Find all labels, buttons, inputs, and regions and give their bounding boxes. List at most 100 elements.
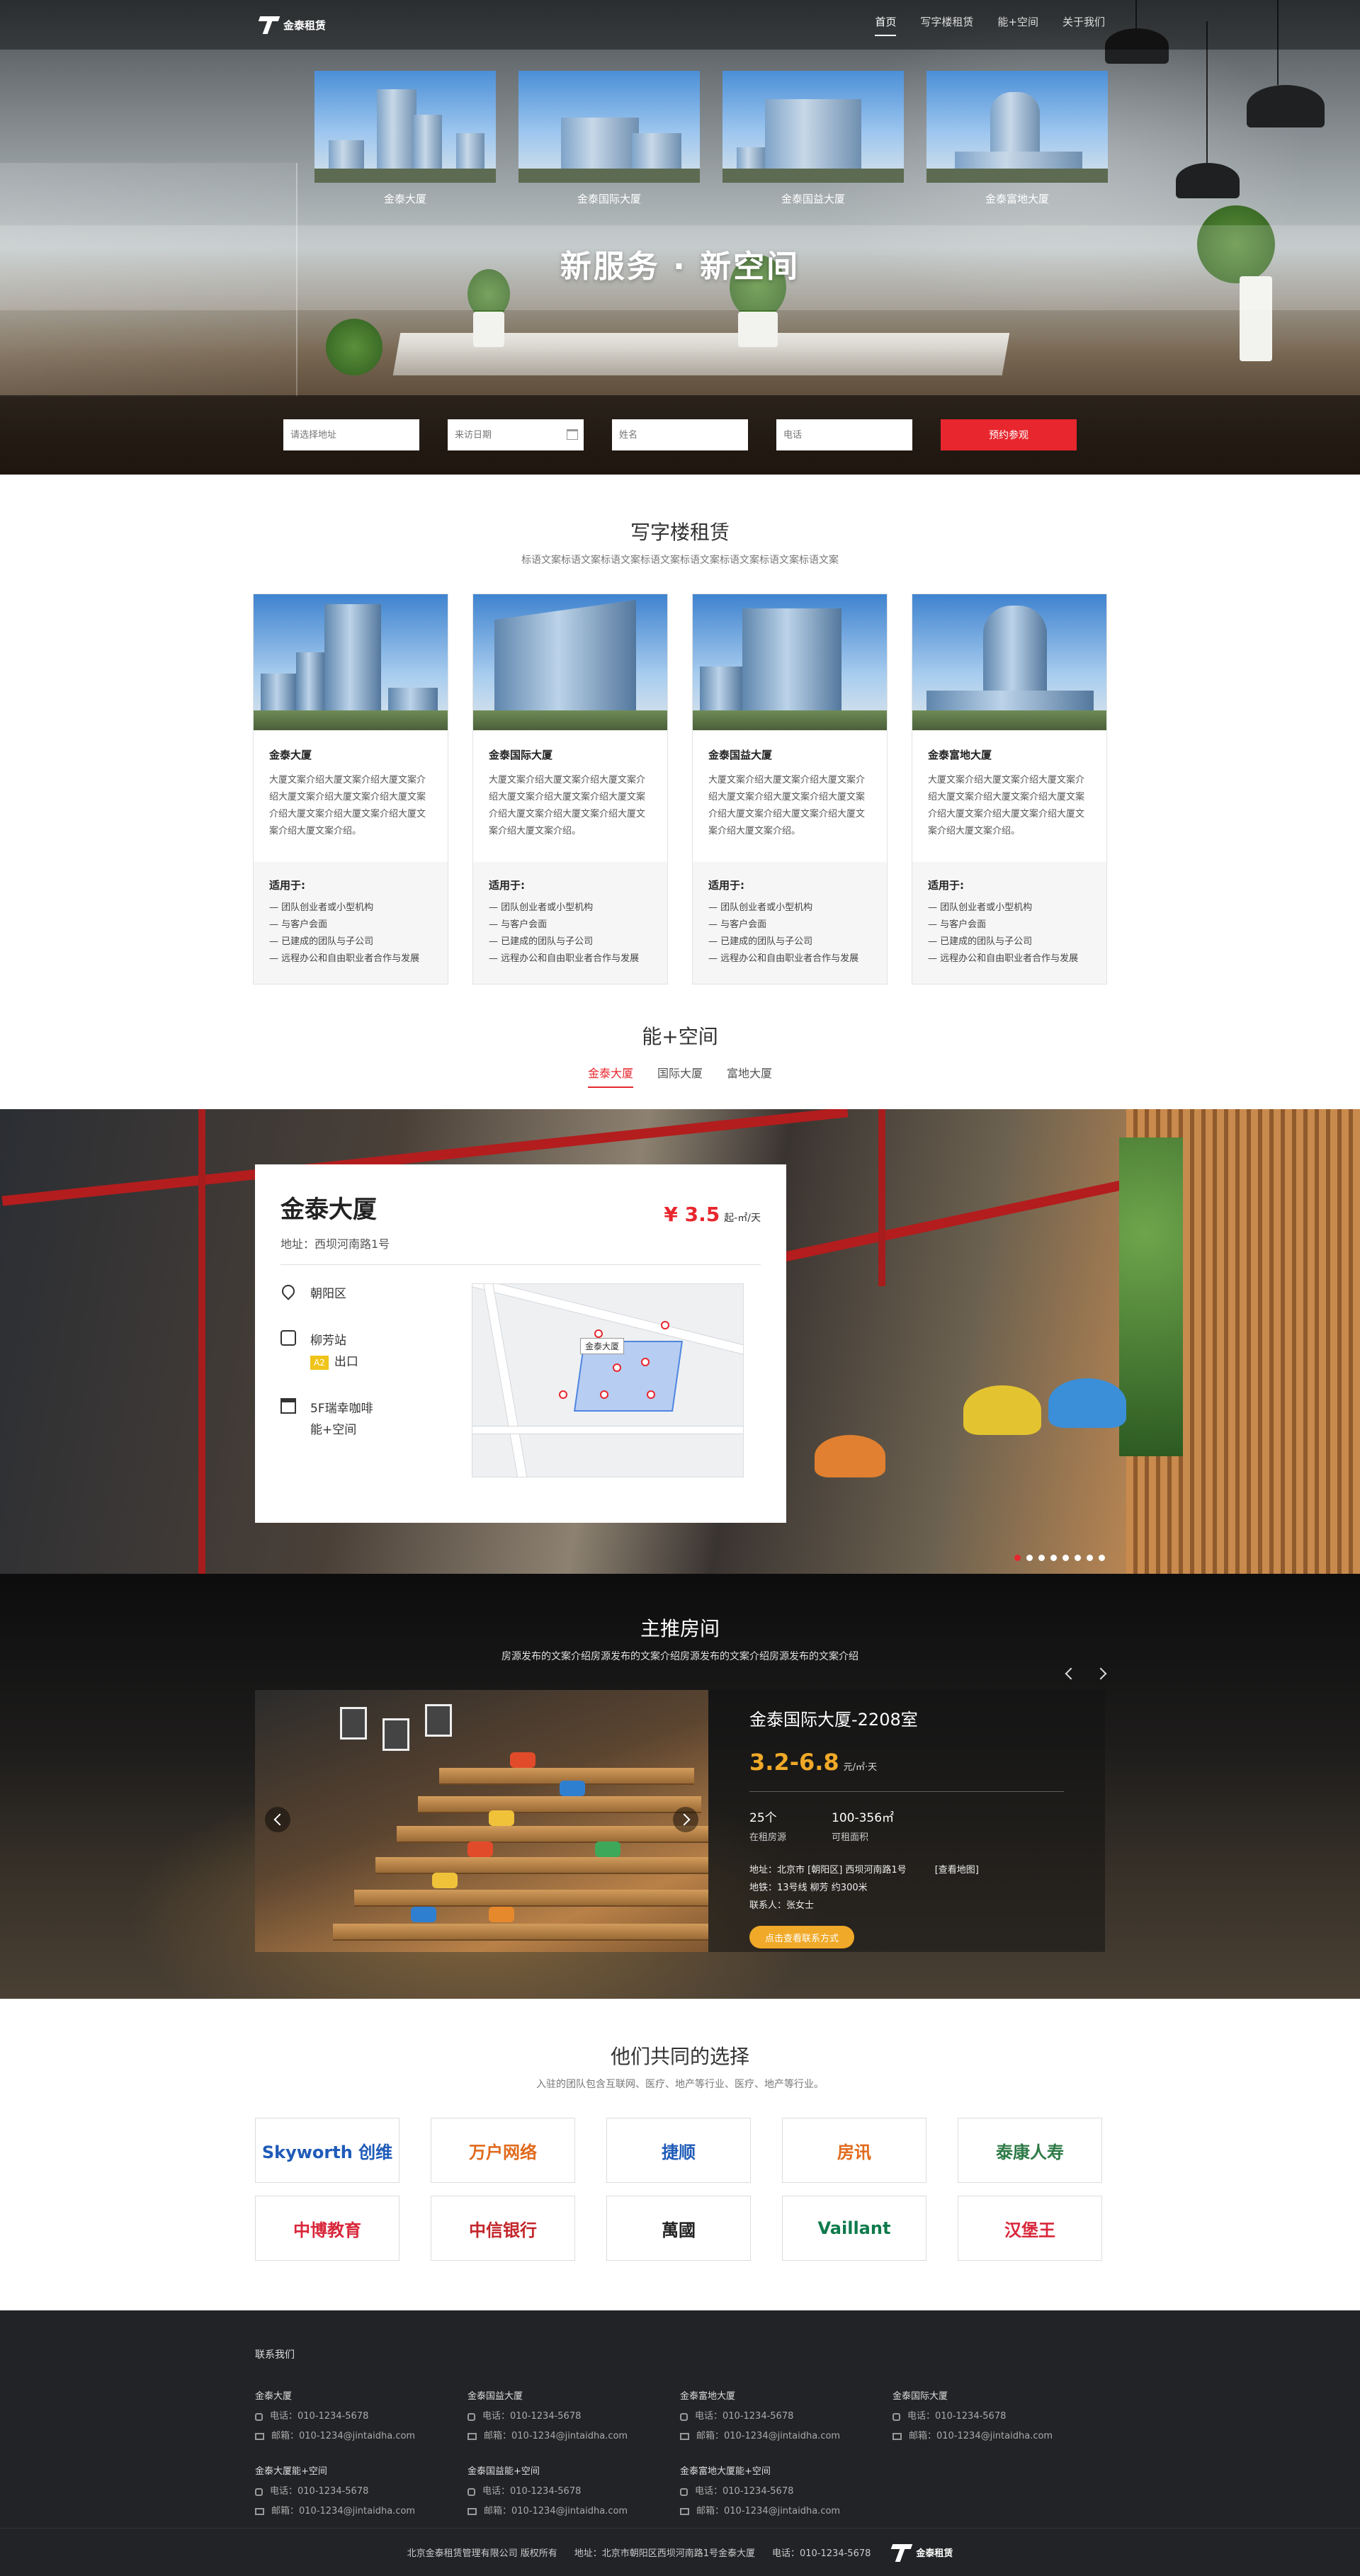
plant-pot [738, 312, 778, 347]
building-photo [473, 594, 667, 730]
brand-logo[interactable]: 金泰租赁 [255, 15, 326, 35]
building-thumb[interactable]: 金泰大厦 [314, 71, 496, 206]
nav-office-leasing[interactable]: 写字楼租赁 [920, 14, 973, 36]
fit-item: — 远程办公和自由职业者合作与发展 [708, 953, 859, 964]
contact-email[interactable]: 邮箱：010-1234@jintaidha.com [484, 2502, 628, 2521]
contact-name: 金泰国益大厦 [468, 2391, 523, 2402]
partner-logo[interactable]: 泰康人寿 [958, 2118, 1102, 2183]
footer-title: 联系我们 [255, 2349, 295, 2361]
slide-dot[interactable] [1099, 1555, 1105, 1561]
building-name: 金泰大厦 [280, 1196, 377, 1224]
card-title: 金泰国际大厦 [489, 749, 553, 761]
partner-logo[interactable]: Skyworth 创维 [255, 2118, 400, 2183]
building-card[interactable]: 金泰国际大厦 大厦文案介绍大厦文案介绍大厦文案介绍大厦文案介绍大厦文案介绍大厦文… [472, 594, 668, 985]
building-thumb-name: 金泰大厦 [383, 193, 426, 205]
contact-block: 金泰国益大厦 电话：010-1234-5678 邮箱：010-1234@jintai… [468, 2387, 680, 2446]
nav-neng-space[interactable]: 能+空间 [997, 14, 1038, 36]
slide-dot[interactable] [1014, 1555, 1021, 1561]
mail-icon [468, 2508, 477, 2515]
building-photo [693, 594, 887, 730]
contact-phone: 电话：010-1234-5678 [270, 2486, 369, 2497]
room-photo [255, 1690, 708, 1952]
fit-title: 适用于: [489, 879, 525, 892]
phone-icon [255, 2412, 263, 2421]
book-visit-button[interactable]: 预约参观 [941, 419, 1077, 450]
contact-email[interactable]: 邮箱：010-1234@jintaidha.com [271, 2427, 415, 2446]
mail-icon [468, 2433, 477, 2440]
contact-block: 金泰大厦能+空间 电话：010-1234-5678 邮箱：010-1234@jint… [255, 2462, 468, 2521]
fit-item: — 团队创业者或小型机构 [489, 902, 594, 913]
contact-phone: 电话：010-1234-5678 [270, 2411, 369, 2422]
slide-dot[interactable] [1050, 1555, 1057, 1561]
tab-jintai[interactable]: 金泰大厦 [587, 1064, 633, 1088]
contact-email[interactable]: 邮箱：010-1234@jintaidha.com [696, 2427, 840, 2446]
view-map-link[interactable]: [查看地图] [935, 1865, 979, 1876]
logo-mark-icon [888, 2543, 912, 2563]
name-input[interactable] [612, 419, 748, 450]
slide-dot[interactable] [1087, 1555, 1093, 1561]
slide-dot[interactable] [1075, 1555, 1081, 1561]
green-wall [1119, 1137, 1183, 1456]
section-subtitle: 标语文案标语文案标语文案标语文案标语文案标语文案标语文案标语文案 [521, 555, 839, 566]
partners-section: 他们共同的选择 入驻的团队包含互联网、医疗、地产等行业、医疗、地产等行业。 Sk… [0, 1999, 1360, 2310]
visit-date-input[interactable] [448, 419, 584, 450]
contact-email[interactable]: 邮箱：010-1234@jintaidha.com [484, 2427, 628, 2446]
phone-icon [255, 2487, 263, 2496]
partner-logo[interactable]: 万户网络 [431, 2118, 575, 2183]
contact-phone: 电话：010-1234-5678 [482, 2486, 582, 2497]
slide-dot[interactable] [1038, 1555, 1045, 1561]
brand-name: 金泰租赁 [283, 18, 327, 32]
hero-slogan: 新服务 · 新空间 [560, 249, 800, 285]
location-map[interactable]: 金泰大厦 [472, 1283, 744, 1477]
chevron-left-icon[interactable] [1065, 1667, 1077, 1680]
space-slideshow: 金泰大厦 地址：西坝河南路1号 ¥ 3.5 起-㎡/天 朝阳区 柳芳站 A2 出… [0, 1109, 1360, 1574]
section-title: 他们共同的选择 [610, 2045, 749, 2068]
logo-mark-icon [255, 15, 279, 35]
contact-email[interactable]: 邮箱：010-1234@jintaidha.com [271, 2502, 415, 2521]
partner-logo[interactable]: 汉堡王 [958, 2196, 1102, 2261]
partner-logo[interactable]: Vaillant [782, 2196, 926, 2261]
chevron-right-icon[interactable] [1094, 1667, 1107, 1680]
photo-next-button[interactable] [673, 1807, 698, 1832]
partner-logo[interactable]: 中博教育 [255, 2196, 400, 2261]
nav-home[interactable]: 首页 [875, 14, 897, 36]
fit-title: 适用于: [269, 879, 305, 892]
phone-icon [680, 2487, 688, 2496]
view-contact-button[interactable]: 点击查看联系方式 [749, 1926, 855, 1948]
metro-icon [280, 1330, 296, 1346]
tab-international[interactable]: 国际大厦 [657, 1064, 703, 1088]
slide-dot[interactable] [1062, 1555, 1069, 1561]
building-thumb[interactable]: 金泰富地大厦 [926, 71, 1108, 206]
slide-dot[interactable] [1026, 1555, 1033, 1561]
partner-logo[interactable]: 捷顺 [606, 2118, 751, 2183]
contact-name: 金泰富地大厦 [680, 2391, 736, 2402]
partner-logo[interactable]: 房讯 [782, 2118, 926, 2183]
phone-icon [468, 2487, 475, 2496]
contact-grid: 金泰大厦电话：010-1234-5678 邮箱：010-1234@jintaidh… [255, 2387, 1105, 2521]
building-card[interactable]: 金泰富地大厦 大厦文案介绍大厦文案介绍大厦文案介绍大厦文案介绍大厦文案介绍大厦文… [912, 594, 1107, 985]
card-title: 金泰大厦 [269, 749, 312, 761]
photo-prev-button[interactable] [265, 1807, 290, 1832]
building-photo [254, 594, 448, 730]
calendar-icon[interactable] [567, 429, 578, 440]
footer-logo[interactable]: 金泰租赁 [888, 2543, 953, 2563]
contact-email[interactable]: 邮箱：010-1234@jintaidha.com [909, 2427, 1053, 2446]
contact-email[interactable]: 邮箱：010-1234@jintaidha.com [696, 2502, 840, 2521]
neng-space-section: 能+空间 金泰大厦 国际大厦 富地大厦 金泰大厦 地址：西坝河南路1号 ¥ 3.… [0, 985, 1360, 1574]
tab-fudi[interactable]: 富地大厦 [727, 1064, 772, 1088]
address-select[interactable] [283, 419, 419, 450]
section-subtitle: 入驻的团队包含互联网、医疗、地产等行业、医疗、地产等行业。 [536, 2079, 824, 2090]
building-card[interactable]: 金泰大厦 大厦文案介绍大厦文案介绍大厦文案介绍大厦文案介绍大厦文案介绍大厦文案介… [253, 594, 448, 985]
phone-input[interactable] [776, 419, 912, 450]
nav-about[interactable]: 关于我们 [1062, 14, 1105, 36]
booking-form: 预约参观 [0, 395, 1360, 475]
partner-logo[interactable]: 萬國 [606, 2196, 751, 2261]
contact-name: 金泰大厦 [255, 2391, 293, 2402]
building-thumb[interactable]: 金泰国益大厦 [722, 71, 904, 206]
fact-district: 朝阳区 [279, 1282, 472, 1305]
building-thumb[interactable]: 金泰国际大厦 [518, 71, 700, 206]
mail-icon [680, 2433, 689, 2440]
partner-logo[interactable]: 中信银行 [431, 2196, 575, 2261]
building-thumbnails: 金泰大厦 金泰国际大厦 金泰国益大厦 金泰富地大厦 [314, 71, 1108, 206]
building-card[interactable]: 金泰国益大厦 大厦文案介绍大厦文案介绍大厦文案介绍大厦文案介绍大厦文案介绍大厦文… [692, 594, 888, 985]
